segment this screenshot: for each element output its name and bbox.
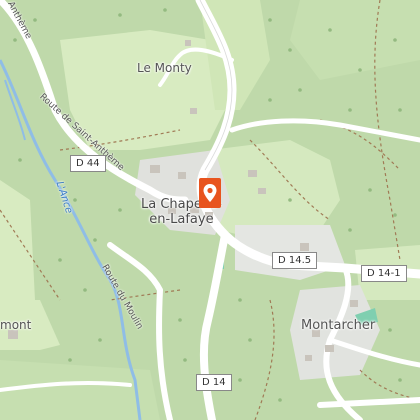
road-shield-d14-5: D 14.5 (272, 252, 318, 269)
location-marker[interactable] (199, 178, 221, 208)
place-label-montarcher: Montarcher (301, 318, 376, 333)
road-shield-d44: D 44 (70, 155, 106, 172)
village-label-line2: en-Lafaye (149, 212, 214, 227)
place-label-le-monty: Le Monty (137, 61, 192, 75)
place-label-left-edge: mont (0, 318, 32, 332)
road-shield-d14: D 14 (196, 374, 232, 391)
road-shield-d14-1: D 14-1 (361, 265, 407, 282)
map-canvas[interactable]: Le Monty La Chapelle- en-Lafaye Montarch… (0, 0, 420, 420)
map-pin-icon (203, 184, 217, 202)
